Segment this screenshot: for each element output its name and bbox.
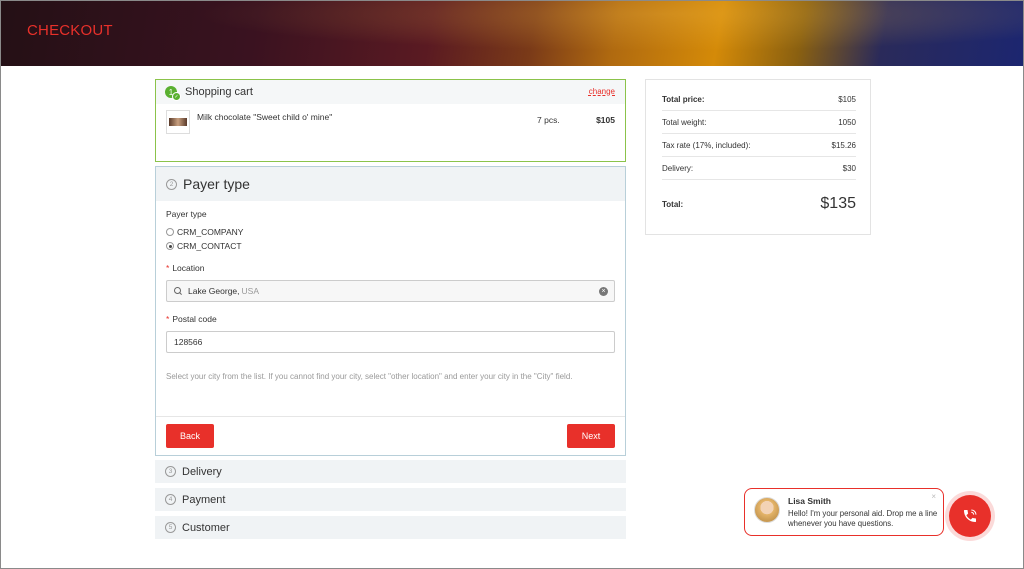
shopping-cart-section: 1 Shopping cart change Milk chocolate "S… <box>155 79 626 162</box>
step-title: Customer <box>182 521 230 534</box>
cart-title: Shopping cart <box>185 86 253 98</box>
postal-code-label: * Postal code <box>166 314 217 324</box>
cart-item: Milk chocolate "Sweet child o' mine" 7 p… <box>156 110 625 140</box>
radio-crm-contact[interactable]: CRM_CONTACT <box>166 241 242 251</box>
divider <box>156 416 625 417</box>
avatar <box>754 497 780 523</box>
step-title: Payment <box>182 493 226 506</box>
step-done-icon: 1 <box>165 86 181 101</box>
postal-code-input[interactable]: 128566 <box>166 331 615 353</box>
summary-row-total: Total: $135 <box>662 195 856 212</box>
location-hint: Select your city from the list. If you c… <box>166 372 573 381</box>
item-name[interactable]: Milk chocolate "Sweet child o' mine" <box>197 112 332 122</box>
close-icon[interactable]: × <box>931 492 936 501</box>
order-summary: Total price: $105 Total weight: 1050 Tax r… <box>645 79 871 235</box>
radio-icon[interactable] <box>166 228 174 236</box>
next-button[interactable]: Next <box>567 424 615 448</box>
location-country: USA <box>241 286 259 296</box>
item-quantity: 7 pcs. <box>537 115 560 125</box>
call-button[interactable] <box>949 495 991 537</box>
radio-label: CRM_CONTACT <box>177 241 242 251</box>
summary-row-delivery: Delivery: $30 <box>662 157 856 180</box>
step-number: 4 <box>165 494 176 505</box>
search-icon <box>174 286 183 296</box>
step-number: 3 <box>165 466 176 477</box>
product-thumbnail[interactable] <box>166 110 190 134</box>
chat-agent-name: Lisa Smith <box>788 496 831 506</box>
location-city: Lake George, <box>188 286 240 296</box>
summary-row-weight: Total weight: 1050 <box>662 111 856 134</box>
step-customer[interactable]: 5 Customer <box>155 516 626 539</box>
payer-header: 2 Payer type <box>156 167 625 201</box>
chat-bubble[interactable]: Lisa Smith Hello! I'm your personal aid.… <box>744 488 944 536</box>
payer-type-section: 2 Payer type Payer type CRM_COMPANY CRM_… <box>155 166 626 456</box>
step-title: Delivery <box>182 465 222 478</box>
chat-message: Hello! I'm your personal aid. Drop me a … <box>788 509 938 528</box>
back-button[interactable]: Back <box>166 424 214 448</box>
step-number: 2 <box>166 178 177 190</box>
radio-icon[interactable] <box>166 242 174 250</box>
header-banner: CHECKOUT <box>1 1 1023 66</box>
payer-title: Payer type <box>183 176 250 192</box>
item-price: $105 <box>596 115 615 125</box>
step-delivery[interactable]: 3 Delivery <box>155 460 626 483</box>
cart-header: 1 Shopping cart change <box>156 80 625 104</box>
summary-row-tax: Tax rate (17%, included): $15.26 <box>662 134 856 157</box>
location-input[interactable]: Lake George, USA × <box>166 280 615 302</box>
radio-crm-company[interactable]: CRM_COMPANY <box>166 227 243 237</box>
payer-type-label: Payer type <box>166 209 207 219</box>
clear-icon[interactable]: × <box>599 287 608 296</box>
change-link[interactable]: change <box>589 87 615 96</box>
location-label: * Location <box>166 263 205 273</box>
postal-code-value: 128566 <box>174 337 203 347</box>
summary-row-total-price: Total price: $105 <box>662 88 856 111</box>
step-number: 5 <box>165 522 176 533</box>
radio-label: CRM_COMPANY <box>177 227 244 237</box>
phone-icon <box>964 509 977 522</box>
page-title: CHECKOUT <box>27 22 113 39</box>
step-payment[interactable]: 4 Payment <box>155 488 626 511</box>
